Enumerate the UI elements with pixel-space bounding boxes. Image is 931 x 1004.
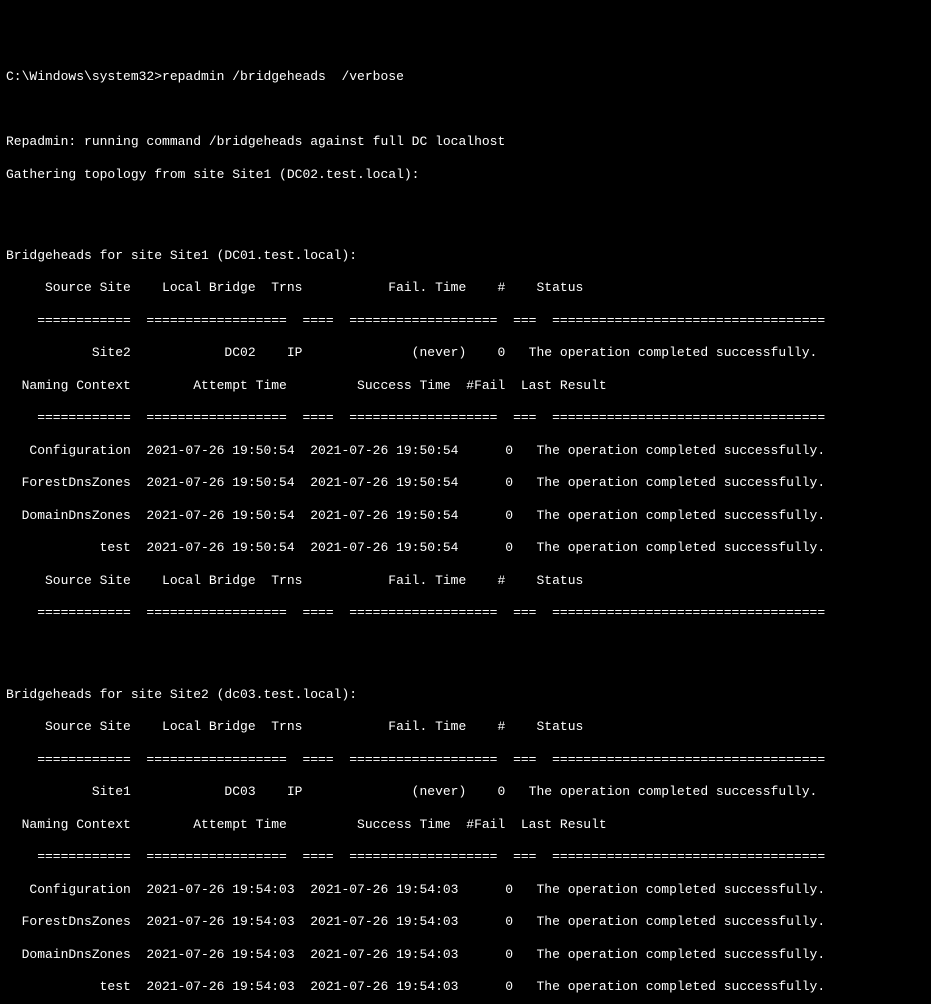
table-row: DomainDnsZones 2021-07-26 19:50:54 2021-… [6, 508, 925, 524]
separator: ============ ================== ==== ===… [6, 313, 925, 329]
table-row: test 2021-07-26 19:54:03 2021-07-26 19:5… [6, 979, 925, 995]
separator: ============ ================== ==== ===… [6, 410, 925, 426]
banner-line-0: Repadmin: running command /bridgeheads a… [6, 134, 925, 150]
column-header: Source Site Local Bridge Trns Fail. Time… [6, 573, 925, 589]
summary-row-1: Site1 DC03 IP (never) 0 The operation co… [6, 784, 925, 800]
table-row: Configuration 2021-07-26 19:54:03 2021-0… [6, 882, 925, 898]
summary-row-0: Site2 DC02 IP (never) 0 The operation co… [6, 345, 925, 361]
table-row: ForestDnsZones 2021-07-26 19:54:03 2021-… [6, 914, 925, 930]
table-row: ForestDnsZones 2021-07-26 19:50:54 2021-… [6, 475, 925, 491]
blank-line [6, 638, 925, 654]
block-title-1: Bridgeheads for site Site2 (dc03.test.lo… [6, 687, 925, 703]
table-row: Configuration 2021-07-26 19:50:54 2021-0… [6, 443, 925, 459]
nc-header: Naming Context Attempt Time Success Time… [6, 817, 925, 833]
blank-line [6, 102, 925, 118]
block-title-0: Bridgeheads for site Site1 (DC01.test.lo… [6, 248, 925, 264]
table-row: DomainDnsZones 2021-07-26 19:54:03 2021-… [6, 947, 925, 963]
column-header: Source Site Local Bridge Trns Fail. Time… [6, 280, 925, 296]
blank-line [6, 199, 925, 215]
separator: ============ ================== ==== ===… [6, 605, 925, 621]
separator: ============ ================== ==== ===… [6, 849, 925, 865]
prompt-line: C:\Windows\system32>repadmin /bridgehead… [6, 69, 925, 85]
nc-header: Naming Context Attempt Time Success Time… [6, 378, 925, 394]
banner-line-1: Gathering topology from site Site1 (DC02… [6, 167, 925, 183]
table-row: test 2021-07-26 19:50:54 2021-07-26 19:5… [6, 540, 925, 556]
separator: ============ ================== ==== ===… [6, 752, 925, 768]
column-header: Source Site Local Bridge Trns Fail. Time… [6, 719, 925, 735]
